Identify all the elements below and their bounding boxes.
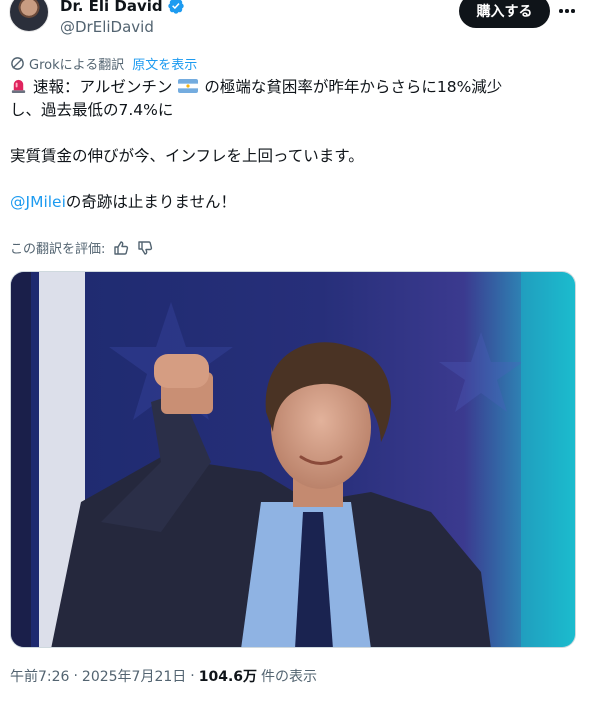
- tweet-date[interactable]: 2025年7月21日: [82, 666, 186, 686]
- translate-icon: [11, 57, 24, 70]
- tweet-photo[interactable]: [10, 271, 576, 648]
- thumbs-up-icon[interactable]: [113, 240, 129, 256]
- view-count: 104.6万: [198, 669, 258, 685]
- author-display-name[interactable]: Dr. Eli David: [60, 0, 163, 15]
- thumbs-down-icon[interactable]: [137, 240, 153, 256]
- tweet-line-2: し、過去最低の7.4%に: [10, 101, 174, 119]
- argentina-flag-icon: [178, 79, 199, 93]
- tweet-time[interactable]: 午前7:26: [10, 666, 69, 686]
- photo-illustration: [11, 272, 575, 647]
- meta-separator: ·: [190, 668, 195, 684]
- tweet-meta: 午前7:26 · 2025年7月21日 · 104.6万 件の表示: [10, 666, 317, 686]
- avatar[interactable]: [9, 0, 49, 32]
- author-info[interactable]: Dr. Eli David @DrEliDavid: [60, 0, 185, 36]
- siren-emoji-icon: [11, 79, 26, 94]
- buy-button[interactable]: 購入する: [459, 0, 550, 28]
- tweet-header: Dr. Eli David @DrEliDavid 購入する: [0, 0, 597, 46]
- translation-label: Grokによる翻訳: [29, 58, 125, 73]
- tweet-text-part: の奇跡は止まりません！: [65, 193, 236, 211]
- tweet-line-1: 速報：アルゼンチン の極端な貧困率が昨年からさらに18%減少: [10, 76, 570, 99]
- verified-badge-icon: [167, 0, 184, 14]
- meta-separator: ·: [73, 668, 78, 684]
- tweet-line-4: @JMileiの奇跡は止まりません！: [10, 191, 570, 214]
- mention-link[interactable]: @JMilei: [10, 193, 66, 211]
- rate-translation-bar: この翻訳を評価:: [10, 238, 153, 257]
- author-name-row[interactable]: Dr. Eli David: [60, 0, 185, 15]
- tweet-line-3: 実質賃金の伸びが今、インフレを上回っています。: [10, 147, 364, 165]
- author-handle[interactable]: @DrEliDavid: [60, 18, 185, 36]
- tweet-text-part: 速報：アルゼンチン: [33, 78, 173, 96]
- more-options-icon[interactable]: [556, 0, 578, 22]
- view-label: 件の表示: [261, 669, 318, 685]
- tweet-text-part: の極端な貧困率が昨年からさらに18%減少: [204, 78, 503, 96]
- show-original-link[interactable]: 原文を表示: [132, 54, 197, 73]
- translation-bar: Grokによる翻訳 原文を表示: [10, 54, 197, 73]
- rate-label: この翻訳を評価:: [10, 242, 106, 257]
- tweet-text: 速報：アルゼンチン の極端な貧困率が昨年からさらに18%減少 し、過去最低の7.…: [10, 76, 570, 214]
